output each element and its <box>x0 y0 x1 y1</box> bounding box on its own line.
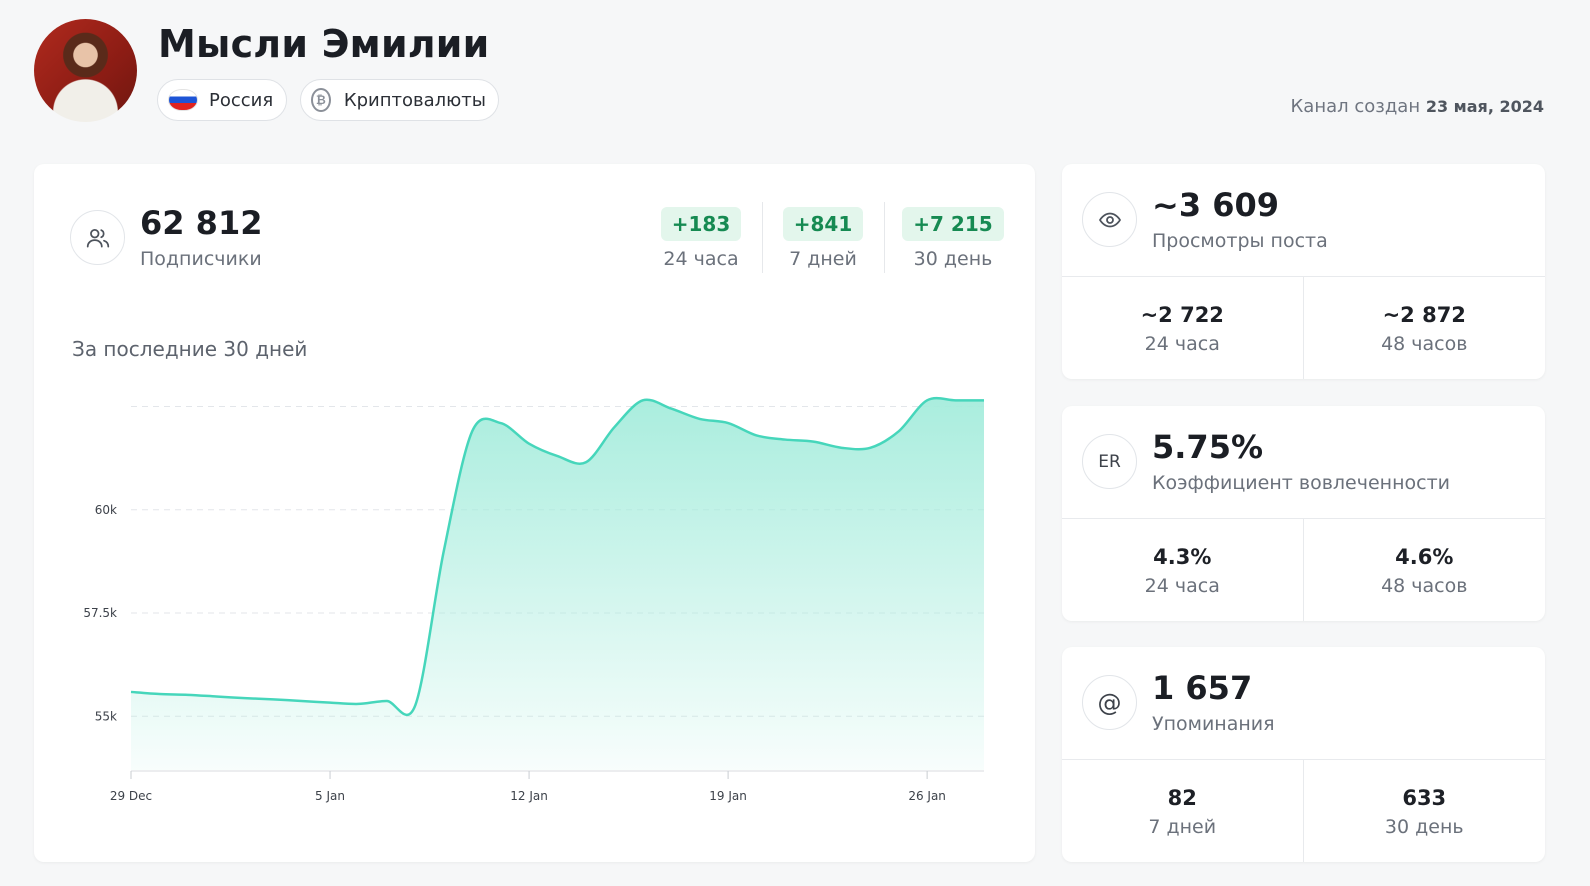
views-24h: ~2 722 24 часа <box>1062 277 1304 379</box>
topic-chip[interactable]: ₿ Криптовалюты <box>300 79 499 121</box>
views-value: ~3 609 <box>1152 186 1280 224</box>
channel-avatar <box>34 19 137 122</box>
at-sign-icon: @ <box>1082 675 1137 730</box>
er-24h: 4.3% 24 часа <box>1062 519 1304 621</box>
mentions-card: @ 1 657 Упоминания 82 7 дней 633 30 день <box>1062 647 1545 862</box>
mentions-7d-value: 82 <box>1167 786 1197 810</box>
mentions-header: @ 1 657 Упоминания <box>1062 647 1545 760</box>
mentions-label: Упоминания <box>1152 713 1275 735</box>
y-tick-label: 57.5k <box>83 606 117 620</box>
views-48h: ~2 872 48 часов <box>1304 277 1546 379</box>
mentions-7d-label: 7 дней <box>1148 816 1217 838</box>
created-date: 23 мая, 2024 <box>1425 97 1544 116</box>
delta-30d-label: 30 день <box>913 248 993 270</box>
er-card: ER 5.75% Коэффициент вовлеченности 4.3% … <box>1062 406 1545 621</box>
subscribers-chart: 55k 57.5k 60k 29 Dec 5 Jan 12 Jan 19 Jan 26 Jan <box>83 396 984 803</box>
x-tick-label: 5 Jan <box>315 789 345 803</box>
subscribers-label: Подписчики <box>140 248 262 270</box>
created-label: Канал создан <box>1290 96 1421 117</box>
delta-divider <box>762 202 763 273</box>
er-value: 5.75% <box>1152 428 1264 466</box>
er-24h-value: 4.3% <box>1153 545 1212 569</box>
views-label: Просмотры поста <box>1152 230 1328 252</box>
er-24h-label: 24 часа <box>1144 575 1220 597</box>
chart-area <box>131 398 984 770</box>
views-header: ~3 609 Просмотры поста <box>1062 164 1545 277</box>
er-label: Коэффициент вовлеченности <box>1152 472 1450 494</box>
x-tick-label: 29 Dec <box>110 789 152 803</box>
users-icon <box>70 210 125 265</box>
y-tick-label: 55k <box>95 709 117 723</box>
er-header: ER 5.75% Коэффициент вовлеченности <box>1062 406 1545 519</box>
topic-label: Криптовалюты <box>343 89 486 111</box>
x-tick-label: 19 Jan <box>709 789 747 803</box>
country-chip[interactable]: Россия <box>157 79 287 121</box>
x-tick-label: 12 Jan <box>510 789 548 803</box>
mentions-30d-value: 633 <box>1402 786 1447 810</box>
er-48h-value: 4.6% <box>1395 545 1454 569</box>
er-icon: ER <box>1082 434 1137 489</box>
mentions-30d-label: 30 день <box>1384 816 1464 838</box>
delta-7d: +841 7 дней <box>768 207 878 270</box>
mentions-value: 1 657 <box>1152 669 1253 707</box>
delta-24h-value: +183 <box>660 207 742 241</box>
views-card: ~3 609 Просмотры поста ~2 722 24 часа ~2… <box>1062 164 1545 379</box>
delta-30d-value: +7 215 <box>902 207 1004 241</box>
delta-7d-label: 7 дней <box>789 248 857 270</box>
channel-title: Мысли Эмилии <box>158 22 490 66</box>
x-tick-label: 26 Jan <box>908 789 946 803</box>
er-48h-label: 48 часов <box>1381 575 1468 597</box>
views-24h-value: ~2 722 <box>1140 303 1224 327</box>
mentions-30d: 633 30 день <box>1304 760 1546 862</box>
channel-created: Канал создан 23 мая, 2024 <box>1291 96 1544 117</box>
subscribers-count: 62 812 <box>140 204 263 242</box>
delta-24h: +183 24 часа <box>646 207 756 270</box>
views-48h-label: 48 часов <box>1381 333 1468 355</box>
chart-period-title: За последние 30 дней <box>72 337 308 361</box>
eye-icon <box>1082 192 1137 247</box>
views-48h-value: ~2 872 <box>1382 303 1466 327</box>
country-label: Россия <box>209 89 274 111</box>
y-tick-label: 60k <box>95 503 117 517</box>
mentions-7d: 82 7 дней <box>1062 760 1304 862</box>
delta-24h-label: 24 часа <box>663 248 739 270</box>
delta-7d-value: +841 <box>782 207 864 241</box>
russia-flag-icon <box>168 89 198 111</box>
delta-30d: +7 215 30 день <box>898 207 1008 270</box>
delta-divider <box>884 202 885 273</box>
er-48h: 4.6% 48 часов <box>1304 519 1546 621</box>
views-24h-label: 24 часа <box>1144 333 1220 355</box>
bitcoin-icon: ₿ <box>311 88 331 112</box>
